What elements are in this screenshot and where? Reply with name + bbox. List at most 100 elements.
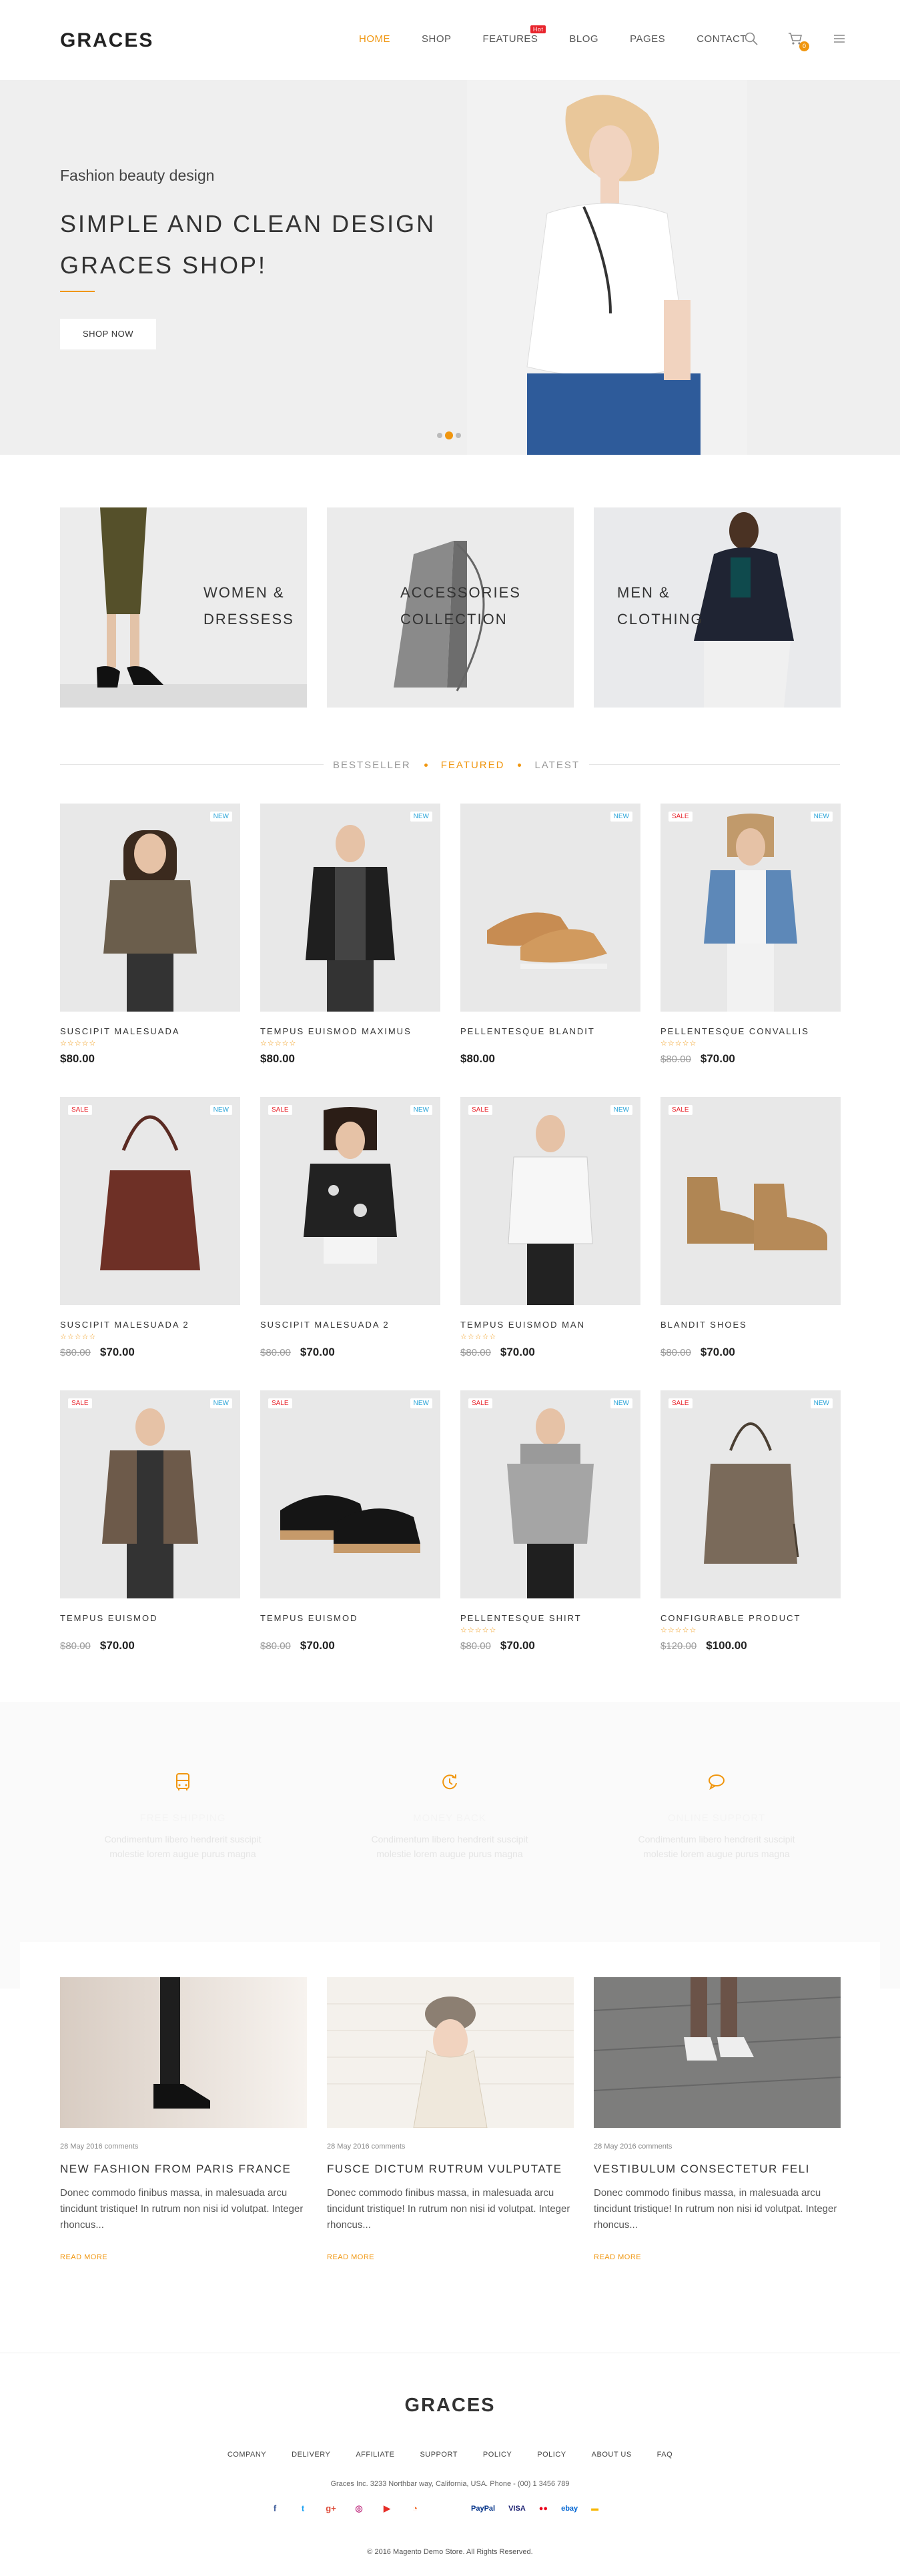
product-name[interactable]: TEMPUS EUISMOD MAN — [460, 1320, 640, 1330]
new-badge: NEW — [610, 812, 632, 822]
read-more-link[interactable]: READ MORE — [60, 2253, 307, 2261]
footer-link-faq[interactable]: FAQ — [657, 2451, 673, 2459]
footer-link-support[interactable]: SUPPORT — [420, 2451, 457, 2459]
nav-pages[interactable]: PAGES — [630, 33, 665, 45]
product-image[interactable]: SALE NEW — [60, 1390, 240, 1598]
footer-address: Graces Inc. 3233 Northbar way, Californi… — [330, 2480, 570, 2488]
site-header: GRACES HOME SHOP FEATURES Hot BLOG PAGES… — [0, 0, 900, 80]
services-section: FREE SHIPPING Condimentum libero hendrer… — [0, 1702, 900, 1989]
product-card[interactable]: SALE NEW PELLENTESQUE SHIRT ☆☆☆☆☆ $80.00 $70.… — [460, 1390, 640, 1652]
copyright: © 2016 Magento Demo Store. All Rights Re… — [367, 2548, 533, 2556]
product-name[interactable]: BLANDIT SHOES — [660, 1320, 841, 1330]
hero-title: SIMPLE AND CLEAN DESIGN GRACES SHOP! — [60, 203, 460, 286]
facebook-icon[interactable]: f — [270, 2503, 280, 2514]
product-card[interactable]: SALE NEW TEMPUS EUISMOD $80.00 $70.00 — [60, 1390, 240, 1652]
product-price: $80.00 $70.00 — [460, 1639, 640, 1652]
footer-link-policy-2[interactable]: POLICY — [537, 2451, 566, 2459]
blog-image-sneakers[interactable] — [594, 1977, 841, 2128]
nav-home[interactable]: HOME — [359, 33, 390, 45]
slider-dot[interactable] — [437, 433, 442, 438]
twitter-icon[interactable]: t — [298, 2503, 308, 2514]
product-image[interactable]: NEW — [260, 804, 440, 1012]
product-image[interactable]: SALE NEW — [660, 1390, 841, 1598]
nav-shop[interactable]: SHOP — [422, 33, 452, 45]
site-footer: GRACES COMPANY DELIVERY AFFILIATE SUPPOR… — [0, 2353, 900, 2576]
product-image[interactable]: SALE NEW — [460, 1390, 640, 1598]
old-price: $80.00 — [260, 1347, 291, 1358]
nav-features-label: FEATURES — [482, 33, 538, 45]
product-card[interactable]: SALE NEW SUSCIPIT MALESUADA 2 ☆☆☆☆☆ $80.00 $7… — [60, 1097, 240, 1359]
tab-latest[interactable]: LATEST — [534, 760, 580, 771]
product-card[interactable]: SALE NEW PELLENTESQUE CONVALLIS ☆☆☆☆☆ $80.00… — [660, 804, 841, 1066]
product-name[interactable]: PELLENTESQUE BLANDIT — [460, 1026, 640, 1036]
category-men[interactable]: MEN & CLOTHING — [594, 507, 841, 708]
category-men-label: MEN & CLOTHING — [617, 579, 704, 633]
product-name[interactable]: SUSCIPIT MALESUADA 2 — [60, 1320, 240, 1330]
slider-dot[interactable] — [456, 433, 461, 438]
sale-badge: SALE — [668, 812, 693, 822]
product-name[interactable]: TEMPUS EUISMOD — [60, 1613, 240, 1623]
product-name[interactable]: SUSCIPIT MALESUADA 2 — [260, 1320, 440, 1330]
footer-link-company[interactable]: COMPANY — [228, 2451, 266, 2459]
product-name[interactable]: CONFIGURABLE PRODUCT — [660, 1613, 841, 1623]
google-plus-icon[interactable]: g+ — [326, 2503, 336, 2514]
footer-link-delivery[interactable]: DELIVERY — [292, 2451, 330, 2459]
footer-link-about-us[interactable]: ABOUT US — [592, 2451, 632, 2459]
product-image[interactable]: SALE NEW — [460, 1097, 640, 1305]
footer-link-affiliate[interactable]: AFFILIATE — [356, 2451, 394, 2459]
product-price: $120.00 $100.00 — [660, 1639, 841, 1652]
product-image[interactable]: SALE NEW — [660, 804, 841, 1012]
nav-blog[interactable]: BLOG — [569, 33, 598, 45]
service-text-line: molestie lorem augue purus magna — [376, 1848, 523, 1859]
shop-now-button[interactable]: SHOP NOW — [60, 319, 156, 349]
search-icon[interactable] — [744, 31, 760, 47]
current-price: $70.00 — [99, 1346, 135, 1358]
product-card[interactable]: NEW PELLENTESQUE BLANDIT $80.00 — [460, 804, 640, 1066]
cart-icon[interactable]: 0 — [788, 31, 809, 51]
rating-stars: ☆☆☆☆☆ — [460, 1626, 497, 1634]
product-card[interactable]: SALE NEW CONFIGURABLE PRODUCT ☆☆☆☆☆ $120.00 $… — [660, 1390, 841, 1652]
product-card[interactable]: SALE BLANDIT SHOES $80.00 $70.00 — [660, 1097, 841, 1359]
product-name[interactable]: PELLENTESQUE CONVALLIS — [660, 1026, 841, 1036]
youtube-icon[interactable]: ▶ — [382, 2503, 392, 2514]
read-more-link[interactable]: READ MORE — [594, 2253, 841, 2261]
product-image[interactable]: SALE — [660, 1097, 841, 1305]
tab-featured[interactable]: FEATURED — [441, 760, 505, 771]
product-card[interactable]: SALE NEW TEMPUS EUISMOD $80.00 $70.00 — [260, 1390, 440, 1652]
blog-image-boots[interactable] — [60, 1977, 307, 2128]
blog-image-girl[interactable] — [327, 1977, 574, 2128]
tab-bestseller[interactable]: BESTSELLER — [333, 760, 411, 771]
footer-link-policy[interactable]: POLICY — [483, 2451, 512, 2459]
product-name[interactable]: TEMPUS EUISMOD — [260, 1613, 440, 1623]
product-card[interactable]: NEW SUSCIPIT MALESUADA ☆☆☆☆☆ $80.00 — [60, 804, 240, 1066]
product-image[interactable]: NEW — [460, 804, 640, 1012]
slider-dot-active[interactable] — [445, 431, 453, 439]
blog-title[interactable]: FUSCE DICTUM RUTRUM VULPUTATE — [327, 2163, 574, 2176]
menu-icon[interactable] — [832, 31, 848, 47]
category-accessories[interactable]: ACCESSORIES COLLECTION — [327, 507, 574, 708]
sale-badge: SALE — [668, 1105, 693, 1115]
product-card[interactable]: SALE NEW TEMPUS EUISMOD MAN ☆☆☆☆☆ $80.00 $70.… — [460, 1097, 640, 1359]
product-name[interactable]: PELLENTESQUE SHIRT — [460, 1613, 640, 1623]
product-card[interactable]: SALE NEW SUSCIPIT MALESUADA 2 $80.00 $70.00 — [260, 1097, 440, 1359]
product-card[interactable]: NEW TEMPUS EUISMOD MAXIMUS ☆☆☆☆☆ $80.00 — [260, 804, 440, 1066]
product-image[interactable]: SALE NEW — [60, 1097, 240, 1305]
site-logo[interactable]: GRACES — [60, 29, 153, 52]
rss-icon[interactable]: ◔ — [410, 2503, 420, 2514]
instagram-icon[interactable]: ◎ — [354, 2503, 364, 2514]
nav-features[interactable]: FEATURES Hot — [482, 25, 546, 45]
product-name[interactable]: SUSCIPIT MALESUADA — [60, 1026, 240, 1036]
blog-title[interactable]: NEW FASHION FROM PARIS FRANCE — [60, 2163, 307, 2176]
product-name[interactable]: TEMPUS EUISMOD MAXIMUS — [260, 1026, 440, 1036]
nav-contact[interactable]: CONTACT — [697, 33, 747, 45]
category-women[interactable]: WOMEN & DRESSESS — [60, 507, 307, 708]
rating-stars: ☆☆☆☆☆ — [260, 1040, 297, 1048]
blog-title[interactable]: VESTIBULUM CONSECTETUR FELI — [594, 2163, 841, 2176]
blog-excerpt: Donec commodo finibus massa, in malesuad… — [327, 2187, 570, 2231]
product-image[interactable]: SALE NEW — [260, 1097, 440, 1305]
product-image[interactable]: SALE NEW — [260, 1390, 440, 1598]
product-price: $80.00 $70.00 — [660, 1346, 841, 1359]
read-more-link[interactable]: READ MORE — [327, 2253, 574, 2261]
product-image[interactable]: NEW — [60, 804, 240, 1012]
footer-logo[interactable]: GRACES — [0, 2395, 900, 2417]
